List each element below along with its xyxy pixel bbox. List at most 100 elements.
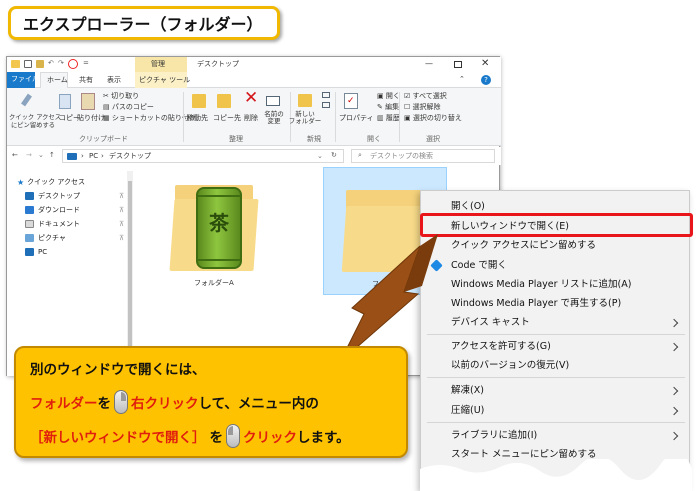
redo-icon[interactable]: ↷ [58, 60, 64, 67]
nav-item-documents[interactable]: ドキュメント [25, 217, 80, 231]
nav-item-pictures[interactable]: ピクチャ [25, 231, 66, 245]
new-item-icon[interactable] [322, 92, 330, 98]
pinned-icon: ⊼ [119, 206, 125, 214]
address-bar[interactable]: › PC › デスクトップ ⌄ ↻ [62, 149, 344, 163]
desktop-icon [25, 192, 34, 200]
address-dropdown-icon[interactable]: ⌄ [317, 153, 323, 160]
maximize-button[interactable] [454, 61, 462, 68]
cut-button[interactable]: ✂ 切り取り [103, 93, 139, 100]
title-box: エクスプローラー（フォルダー） [8, 6, 280, 40]
rename-icon [266, 96, 280, 106]
menu-item-add-to-library[interactable]: ライブラリに追加(I) [451, 431, 537, 441]
submenu-chevron-icon [669, 406, 679, 416]
menu-item-restore-previous[interactable]: 以前のバージョンの復元(V) [451, 361, 569, 371]
collapse-ribbon-icon[interactable]: ⌃ [459, 76, 465, 83]
address-separator: › [81, 152, 84, 160]
nav-item-downloads[interactable]: ダウンロード [25, 203, 80, 217]
nav-quick-access[interactable]: ★ クイック アクセス [17, 175, 85, 189]
breadcrumb-desktop[interactable]: デスクトップ [109, 153, 151, 160]
nav-scrollbar[interactable] [127, 171, 133, 371]
navigation-bar: ← → ⌄ ↑ › PC › デスクトップ ⌄ ↻ ⌕ デスクトップの検索 [7, 147, 501, 165]
menu-item-open[interactable]: 開く(O) [451, 202, 485, 212]
tab-home[interactable]: ホーム [40, 72, 68, 88]
paste-icon [81, 93, 95, 110]
ribbon-tabs: ファイル ホーム 共有 表示 ピクチャ ツール ⌃ ? [7, 72, 501, 88]
customize-toolbar-icon[interactable]: = [83, 60, 89, 67]
folder-app-icon [11, 60, 20, 68]
pictures-icon [25, 234, 34, 242]
pin-icon [19, 93, 33, 110]
properties-icon: ✓ [344, 93, 358, 109]
navigation-pane: ★ クイック アクセス デスクトップ ⊼ ダウンロード ⊼ ドキュメント ⊼ ピ… [7, 169, 135, 376]
forward-icon[interactable]: → [26, 152, 32, 159]
group-label-new: 新規 [307, 135, 321, 143]
nav-item-pc[interactable]: PC [25, 245, 47, 259]
documents-icon [25, 220, 34, 228]
new-folder-button[interactable]: 新しい フォルダー [287, 110, 323, 126]
refresh-icon[interactable]: ↻ [331, 152, 337, 159]
menu-item-cast-to-device[interactable]: デバイス キャスト [451, 318, 530, 328]
search-placeholder: デスクトップの検索 [370, 152, 433, 160]
menu-item-wmp-add-list[interactable]: Windows Media Player リストに追加(A) [451, 280, 631, 290]
callout-line-1: 別のウィンドウで開くには、 [30, 362, 206, 378]
tab-share[interactable]: 共有 [79, 77, 93, 84]
group-label-clipboard: クリップボード [79, 135, 128, 143]
copy-to-icon [217, 94, 231, 108]
edit-button[interactable]: ✎ 編集 [377, 104, 399, 111]
menu-item-extract[interactable]: 解凍(X) [451, 386, 484, 396]
submenu-chevron-icon [669, 342, 679, 352]
properties-quick-icon[interactable] [24, 60, 32, 68]
search-icon: ⌕ [358, 151, 362, 159]
properties-button[interactable]: プロパティ [339, 115, 374, 122]
group-divider [399, 92, 400, 142]
copy-to-button[interactable]: コピー先 [213, 115, 241, 122]
menu-item-give-access[interactable]: アクセスを許可する(G) [451, 342, 551, 352]
paste-button[interactable]: 貼り付け [77, 115, 105, 122]
copy-path-button[interactable]: ▤ パスのコピー [103, 104, 154, 111]
star-icon: ★ [17, 177, 25, 187]
menu-separator [427, 334, 685, 335]
group-divider [183, 92, 184, 142]
pinned-icon: ⊼ [119, 220, 125, 228]
paste-shortcut-button[interactable]: ▦ ショートカットの貼り付け [103, 115, 196, 122]
breadcrumb-pc[interactable]: PC [89, 153, 98, 160]
menu-item-pin-quick-access[interactable]: クイック アクセスにピン留めする [451, 241, 596, 251]
undo-icon[interactable]: ↶ [48, 60, 54, 67]
help-icon[interactable]: ? [481, 75, 491, 85]
tab-view[interactable]: 表示 [107, 77, 121, 84]
pinned-icon: ⊼ [119, 234, 125, 242]
copy-icon [59, 94, 71, 109]
nav-item-desktop[interactable]: デスクトップ [25, 189, 80, 203]
torn-edge [420, 459, 692, 491]
move-to-button[interactable]: 移動先 [187, 115, 208, 122]
menu-item-compress[interactable]: 圧縮(U) [451, 406, 484, 416]
menu-item-wmp-play[interactable]: Windows Media Player で再生する(P) [451, 299, 621, 309]
tab-file[interactable]: ファイル [7, 72, 39, 88]
close-button[interactable]: ✕ [481, 59, 489, 69]
delete-quick-icon[interactable] [68, 59, 78, 69]
new-folder-quick-icon[interactable] [36, 60, 44, 68]
back-icon[interactable]: ← [12, 152, 18, 159]
open-button[interactable]: ▣ 開く [377, 93, 400, 100]
tab-picture-tools[interactable]: ピクチャ ツール [135, 72, 190, 88]
up-icon[interactable]: ↑ [49, 152, 55, 159]
folder-item-a[interactable]: 茶 フォルダーA [162, 173, 272, 289]
history-button[interactable]: ▥ 履歴 [377, 115, 400, 122]
pc-icon [25, 248, 34, 256]
easy-access-icon[interactable] [322, 102, 330, 108]
select-none-button[interactable]: ☐ 選択解除 [404, 104, 441, 111]
group-label-open: 開く [367, 135, 381, 143]
minimize-button[interactable]: — [425, 60, 433, 68]
invert-selection-button[interactable]: ▣ 選択の切り替え [404, 115, 462, 122]
pin-to-quick-access-button[interactable]: クイック アクセス にピン留めする [9, 114, 61, 129]
window-title: デスクトップ [197, 60, 239, 68]
select-all-button[interactable]: ☑ すべて選択 [404, 93, 447, 100]
rename-button[interactable]: 名前の 変更 [259, 110, 289, 126]
new-folder-icon [298, 94, 312, 107]
search-box[interactable]: ⌕ デスクトップの検索 [351, 149, 495, 163]
recent-locations-icon[interactable]: ⌄ [38, 152, 44, 159]
download-icon [25, 206, 34, 214]
address-separator: › [101, 152, 104, 160]
submenu-chevron-icon [669, 386, 679, 396]
delete-button[interactable]: 削除 [244, 115, 258, 122]
